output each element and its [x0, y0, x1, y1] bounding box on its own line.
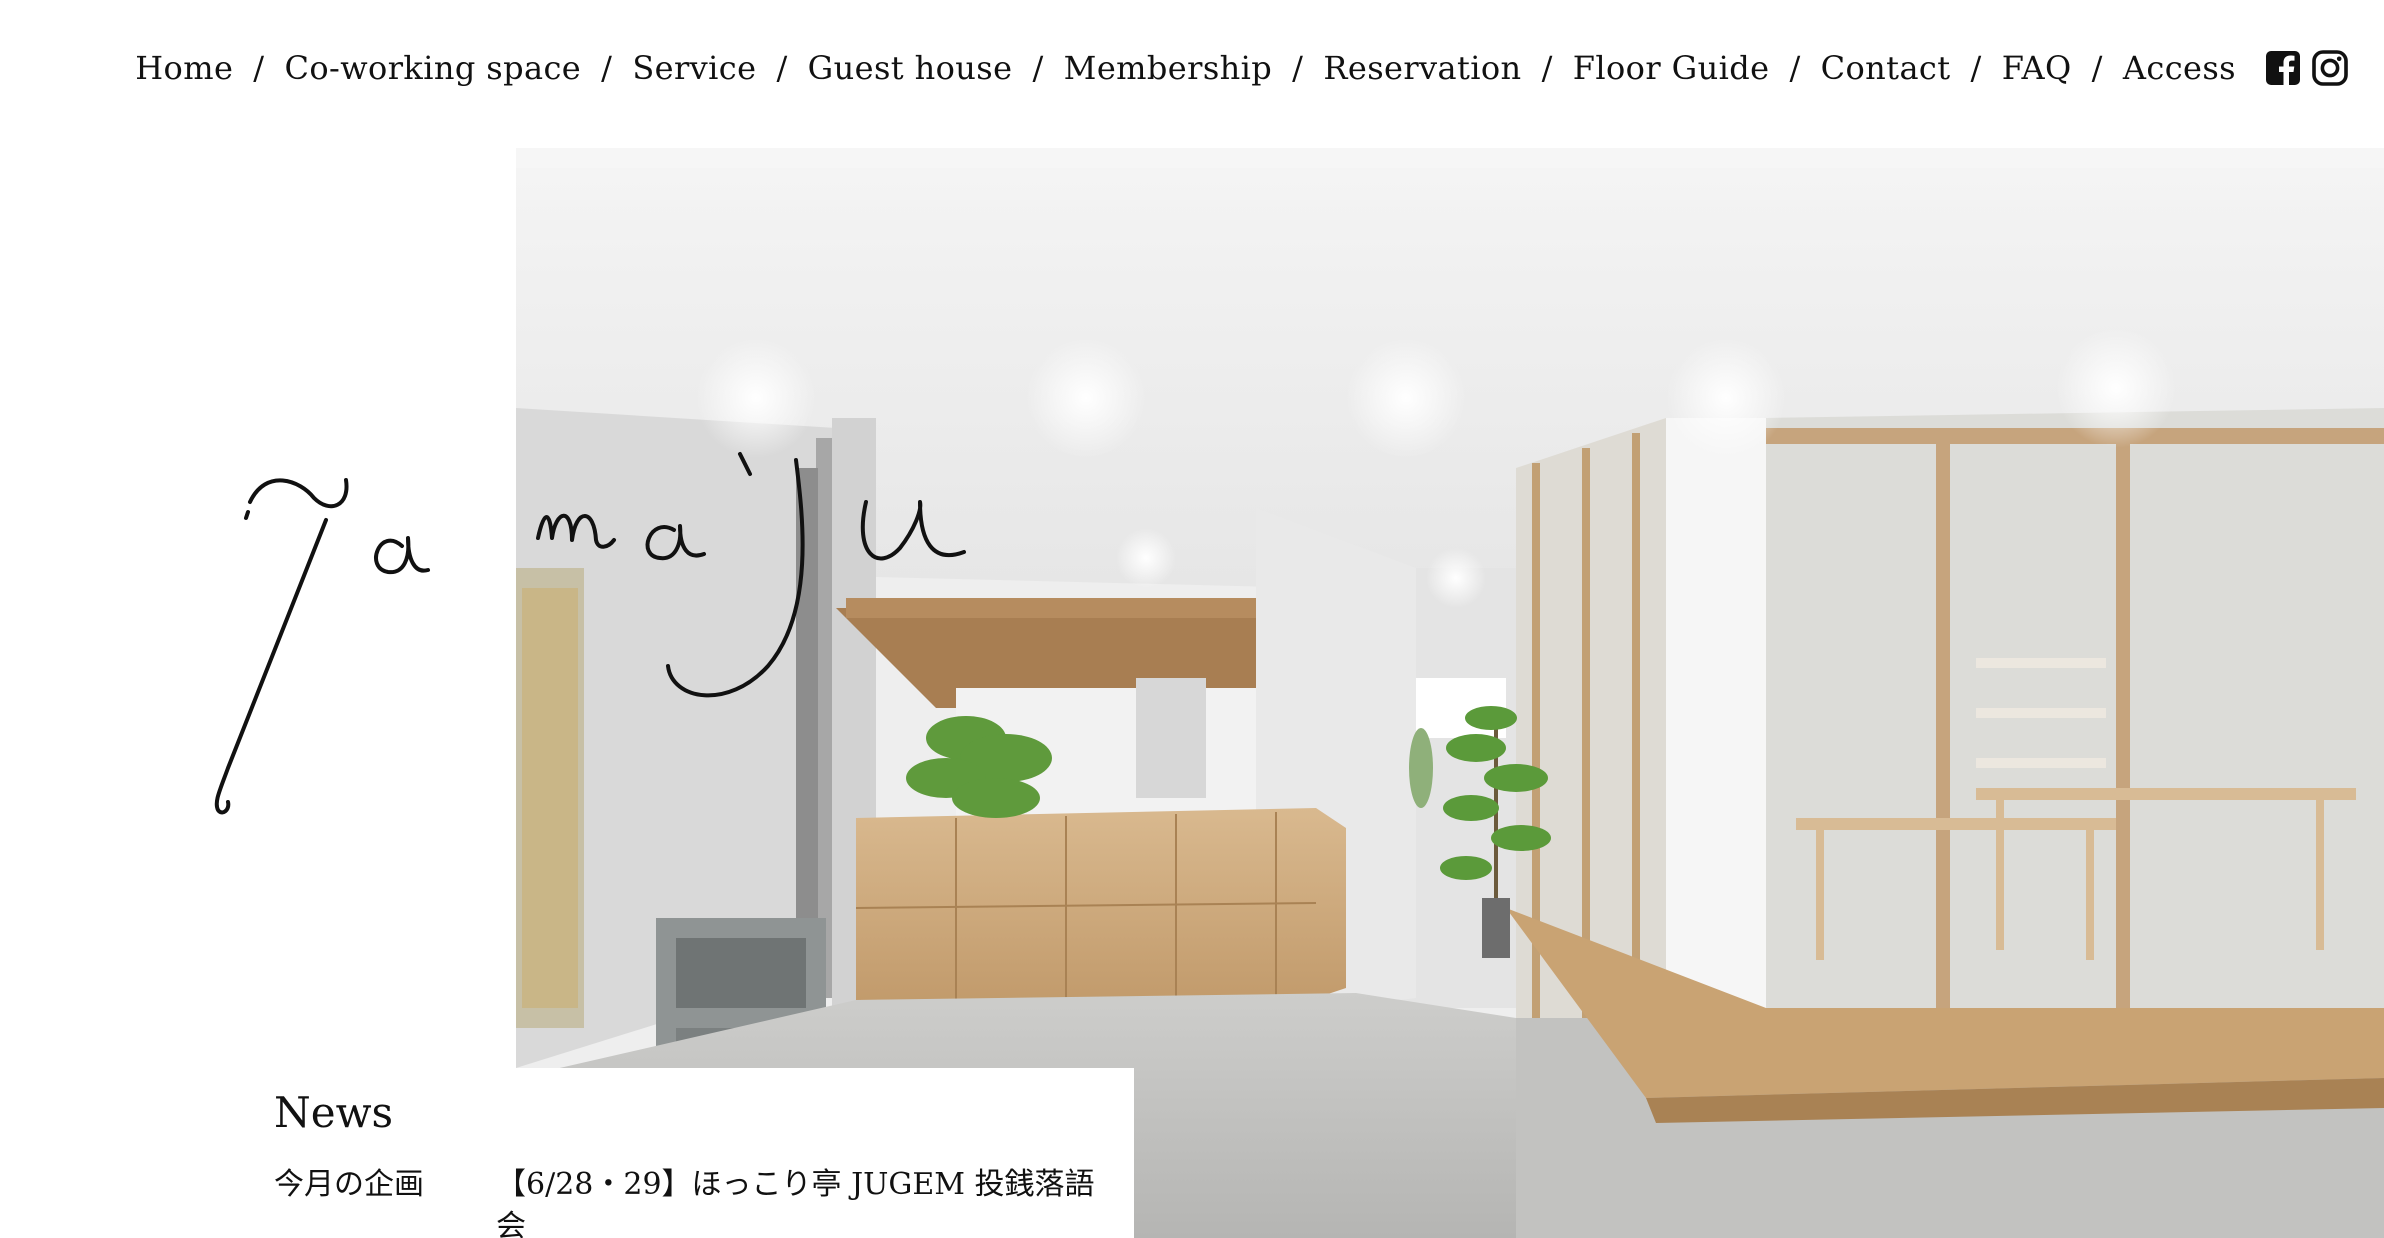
nav-separator: /: [601, 49, 613, 87]
news-item-category: 今月の企画: [274, 1167, 424, 1202]
nav-co-working-space[interactable]: Co-working space: [284, 49, 581, 87]
nav-floor-guide[interactable]: Floor Guide: [1573, 49, 1770, 87]
nav-separator: /: [1789, 49, 1801, 87]
nav-service[interactable]: Service: [632, 49, 756, 87]
nav-separator: /: [2091, 49, 2103, 87]
news-item-link[interactable]: 【6/28・29】ほっこり亭 JUGEM 投銭落語会: [496, 1164, 1096, 1238]
site-logo[interactable]: [168, 430, 988, 874]
nav-separator: /: [1032, 49, 1044, 87]
nav-home[interactable]: Home: [135, 49, 233, 87]
news-heading: News: [274, 1088, 394, 1137]
nav-separator: /: [776, 49, 788, 87]
nav-contact[interactable]: Contact: [1821, 49, 1951, 87]
nav-separator: /: [1541, 49, 1553, 87]
nav-reservation[interactable]: Reservation: [1323, 49, 1521, 87]
main-nav: Home / Co-working space / Service / Gues…: [135, 44, 2348, 92]
nav-faq[interactable]: FAQ: [2002, 49, 2072, 87]
news-section: News 今月の企画 【6/28・29】ほっこり亭 JUGEM 投銭落語会: [242, 1068, 1134, 1238]
facebook-icon[interactable]: [2266, 50, 2300, 86]
nav-membership[interactable]: Membership: [1064, 49, 1273, 87]
instagram-icon[interactable]: [2312, 50, 2348, 86]
nav-separator: /: [1970, 49, 1982, 87]
nav-access[interactable]: Access: [2123, 49, 2236, 87]
nav-separator: /: [253, 49, 265, 87]
nav-separator: /: [1292, 49, 1304, 87]
nav-guest-house[interactable]: Guest house: [808, 49, 1013, 87]
social-links: [2266, 50, 2348, 86]
